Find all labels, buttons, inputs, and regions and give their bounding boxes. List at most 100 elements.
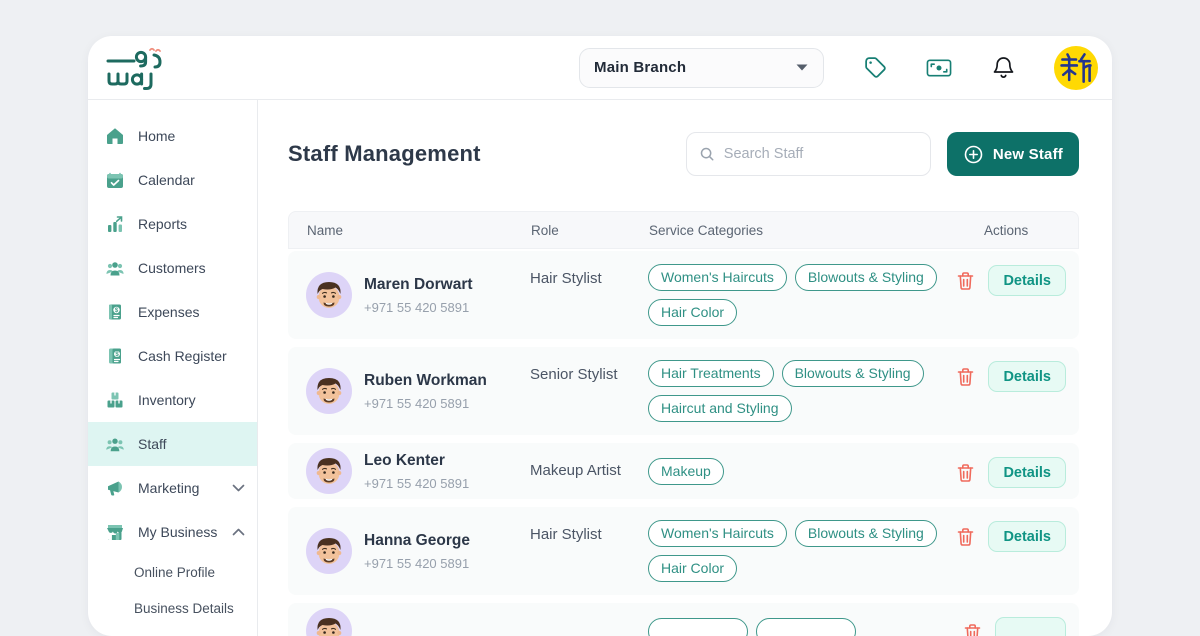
staff-phone: +971 55 420 5891 xyxy=(364,300,473,315)
staff-avatar xyxy=(306,528,352,574)
search-input[interactable] xyxy=(724,146,918,162)
tag-icon[interactable] xyxy=(862,55,888,81)
sidebar-item-my-business[interactable]: My Business xyxy=(88,510,257,554)
sidebar-item-inventory[interactable]: Inventory xyxy=(88,378,257,422)
staff-name-cell xyxy=(306,608,530,636)
sidebar-item-calendar[interactable]: Calendar xyxy=(88,158,257,202)
bell-icon[interactable] xyxy=(990,55,1016,81)
waj-logo xyxy=(104,46,168,90)
sidebar-item-customers[interactable]: Customers xyxy=(88,246,257,290)
new-staff-label: New Staff xyxy=(993,146,1063,163)
table-row xyxy=(288,603,1079,636)
sidebar-subitem-business-details[interactable]: Business Details xyxy=(88,590,257,626)
xin-character-glyph xyxy=(1059,51,1093,85)
customers-icon xyxy=(105,258,125,278)
row-actions: Details xyxy=(963,512,1079,552)
sidebar-item-staff[interactable]: Staff xyxy=(88,422,257,466)
service-category-chip: Hair Color xyxy=(648,555,737,582)
delete-icon[interactable] xyxy=(963,623,982,636)
service-category-chip: Blowouts & Styling xyxy=(782,360,924,387)
staff-avatar xyxy=(306,368,352,414)
staff-avatar xyxy=(306,608,352,636)
staff-search xyxy=(686,132,931,176)
app-window: Main Branch xyxy=(88,36,1112,636)
table-row: Hanna George +971 55 420 5891 Hair Styli… xyxy=(288,507,1079,595)
staff-name-cell: Maren Dorwart +971 55 420 5891 xyxy=(306,272,530,318)
sidebar-item-label: Expenses xyxy=(138,304,199,320)
staff-phone: +971 55 420 5891 xyxy=(364,476,469,491)
staff-name: Maren Dorwart xyxy=(364,276,473,294)
service-category-chip: Women's Haircuts xyxy=(648,520,787,547)
service-category-chip: Haircut and Styling xyxy=(648,395,792,422)
table-row: Maren Dorwart +971 55 420 5891 Hair Styl… xyxy=(288,251,1079,339)
sidebar-item-label: Customers xyxy=(138,260,206,276)
sidebar-item-label: Calendar xyxy=(138,172,195,188)
sidebar-item-reports[interactable]: Reports xyxy=(88,202,257,246)
details-button[interactable]: Details xyxy=(988,361,1066,392)
user-avatar[interactable] xyxy=(1054,46,1098,90)
sidebar-item-label: Staff xyxy=(138,436,167,452)
reports-icon xyxy=(105,214,125,234)
details-button[interactable]: Details xyxy=(988,265,1066,296)
cash-register-icon: $ xyxy=(105,346,125,366)
service-categories: Hair Treatments Blowouts & Styling Haircut… xyxy=(648,352,963,430)
sidebar-item-cash-register[interactable]: $Cash Register xyxy=(88,334,257,378)
table-row: Leo Kenter +971 55 420 5891 Makeup Artis… xyxy=(288,443,1079,499)
delete-icon[interactable] xyxy=(956,463,975,483)
staff-role xyxy=(530,608,648,622)
table-row: Ruben Workman +971 55 420 5891 Senior St… xyxy=(288,347,1079,435)
sidebar: Home Calendar Reports Customers $ Expenses $Ca… xyxy=(88,100,258,636)
chevron-up-icon xyxy=(232,528,245,536)
staff-name-cell: Ruben Workman +971 55 420 5891 xyxy=(306,368,530,414)
staff-name: Hanna George xyxy=(364,532,470,550)
sidebar-item-label: Reports xyxy=(138,216,187,232)
row-actions: Details xyxy=(963,352,1079,392)
page-title: Staff Management xyxy=(288,141,481,167)
marketing-icon xyxy=(105,478,125,498)
service-categories xyxy=(648,610,963,636)
sidebar-subitem-online-profile[interactable]: Online Profile xyxy=(88,554,257,590)
staff-name: Ruben Workman xyxy=(364,372,487,390)
sidebar-item-label: Home xyxy=(138,128,175,144)
row-actions xyxy=(963,608,1079,636)
service-category-chip: Women's Haircuts xyxy=(648,264,787,291)
service-category-chip: Blowouts & Styling xyxy=(795,264,937,291)
staff-name-cell: Hanna George +971 55 420 5891 xyxy=(306,528,530,574)
details-button[interactable] xyxy=(995,617,1066,636)
staff-icon xyxy=(105,434,125,454)
branch-selector-value: Main Branch xyxy=(594,59,686,76)
banknote-icon[interactable] xyxy=(926,55,952,81)
calendar-icon xyxy=(105,170,125,190)
my-business-icon xyxy=(105,522,125,542)
staff-role: Hair Stylist xyxy=(530,512,648,543)
sidebar-item-label: Inventory xyxy=(138,392,196,408)
delete-icon[interactable] xyxy=(956,527,975,547)
delete-icon[interactable] xyxy=(956,271,975,291)
new-staff-button[interactable]: New Staff xyxy=(947,132,1079,176)
expenses-icon: $ xyxy=(105,302,125,322)
staff-role: Hair Stylist xyxy=(530,256,648,287)
service-category-chip: Hair Treatments xyxy=(648,360,774,387)
col-name: Name xyxy=(307,223,531,238)
staff-role: Makeup Artist xyxy=(530,448,648,479)
staff-role: Senior Stylist xyxy=(530,352,648,383)
service-categories: Makeup xyxy=(648,450,963,493)
sidebar-item-label: My Business xyxy=(138,524,217,540)
sidebar-item-home[interactable]: Home xyxy=(88,114,257,158)
row-actions: Details xyxy=(963,448,1079,488)
sidebar-item-label: Marketing xyxy=(138,480,199,496)
home-icon xyxy=(105,126,125,146)
col-role: Role xyxy=(531,223,649,238)
details-button[interactable]: Details xyxy=(988,457,1066,488)
plus-circle-icon xyxy=(963,144,984,165)
inventory-icon xyxy=(105,390,125,410)
sidebar-item-marketing[interactable]: Marketing xyxy=(88,466,257,510)
row-actions: Details xyxy=(963,256,1079,296)
top-bar: Main Branch xyxy=(88,36,1112,100)
search-icon xyxy=(699,145,715,163)
service-categories: Women's HaircutsBlowouts & StylingHair C… xyxy=(648,512,963,590)
details-button[interactable]: Details xyxy=(988,521,1066,552)
sidebar-item-expenses[interactable]: $ Expenses xyxy=(88,290,257,334)
delete-icon[interactable] xyxy=(956,367,975,387)
branch-selector[interactable]: Main Branch xyxy=(579,48,824,88)
